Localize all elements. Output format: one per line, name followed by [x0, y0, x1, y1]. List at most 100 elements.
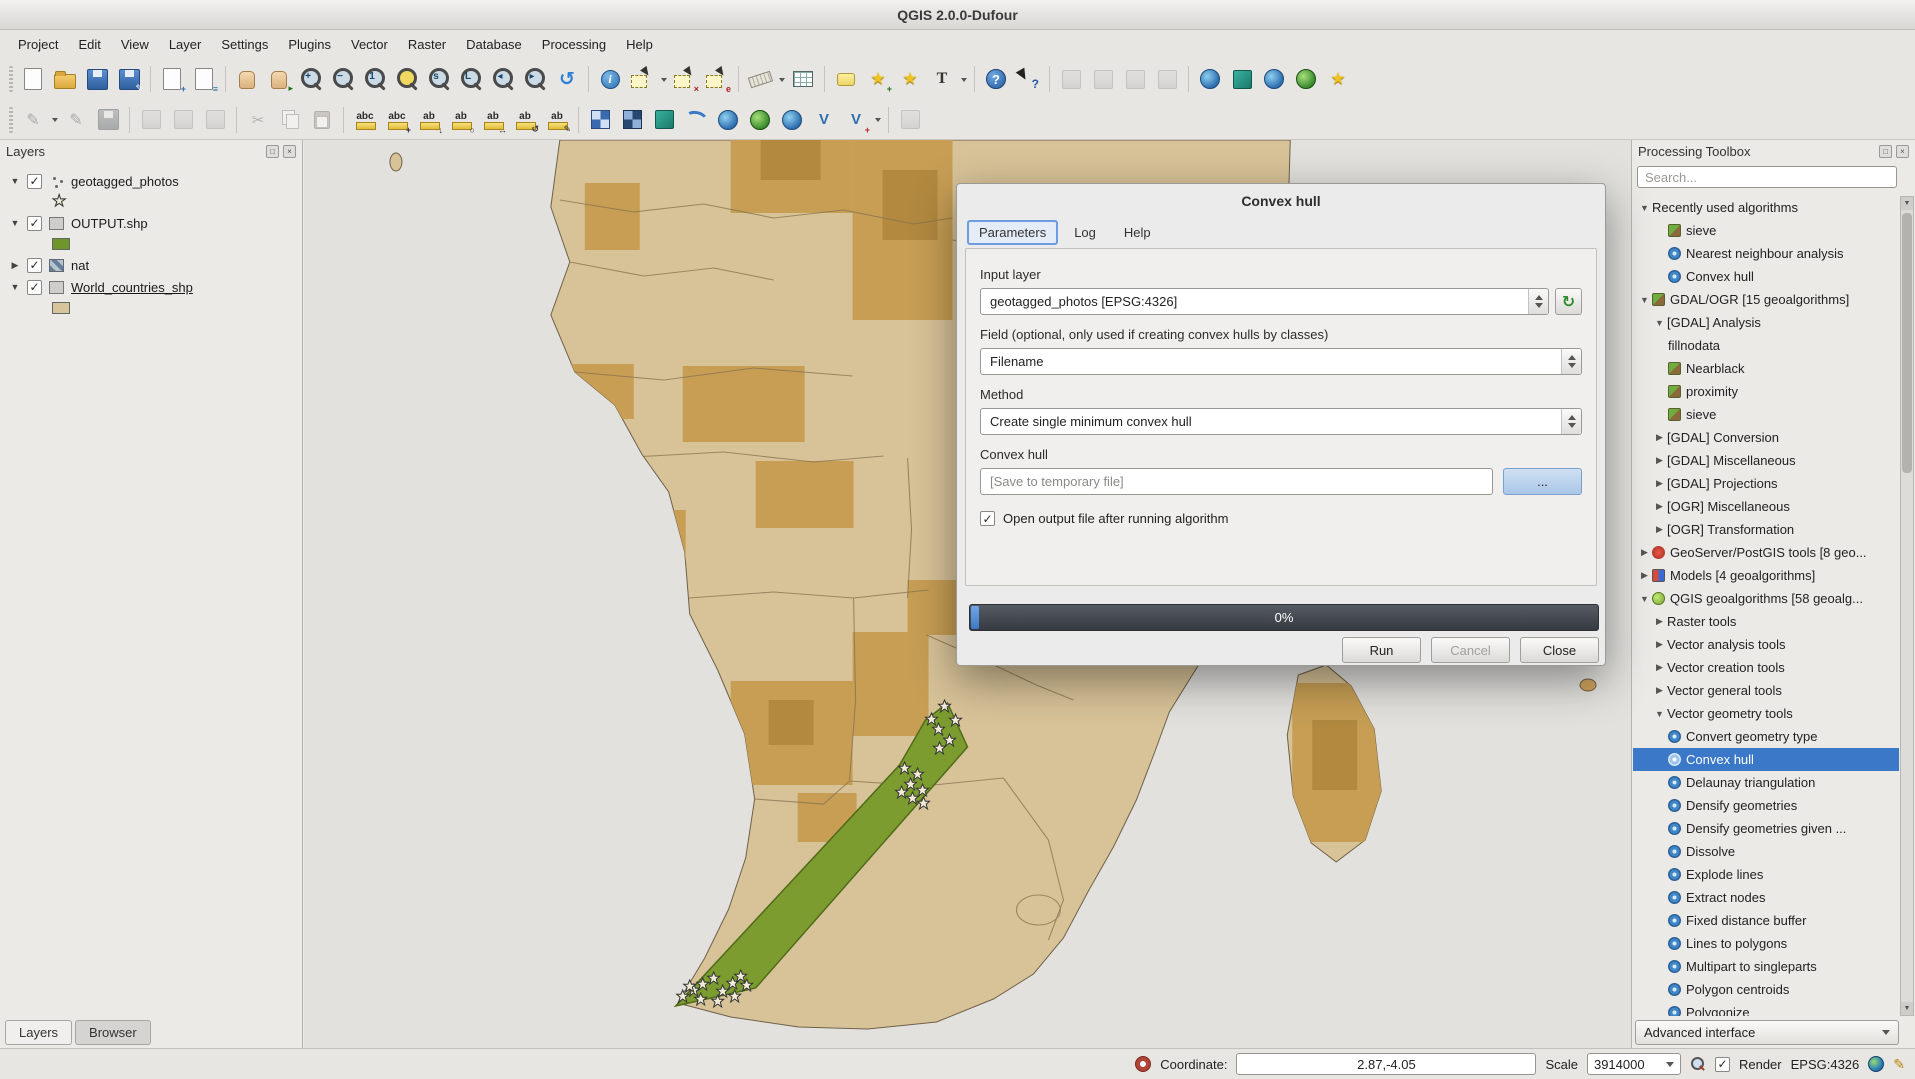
expander-icon[interactable]: ▶	[1638, 570, 1651, 581]
panel-float-icon[interactable]: □	[266, 145, 279, 158]
label-properties-button[interactable]: ab✎	[542, 105, 572, 135]
toolbox-item-sieve[interactable]: sieve	[1633, 219, 1899, 242]
toolbox-item-vector-general-tools[interactable]: ▶Vector general tools	[1633, 679, 1899, 702]
toolbox-item-vector-analysis-tools[interactable]: ▶Vector analysis tools	[1633, 633, 1899, 656]
save-project-as-button[interactable]: ✎	[114, 64, 144, 94]
toolbox-item-nearest-neighbour-analysis[interactable]: Nearest neighbour analysis	[1633, 242, 1899, 265]
expander-icon[interactable]: ▶	[1653, 662, 1666, 673]
expander-icon[interactable]: ▶	[1653, 616, 1666, 627]
toolbox-item-sieve[interactable]: sieve	[1633, 403, 1899, 426]
text-annotation-button[interactable]: T	[927, 64, 957, 94]
menu-vector[interactable]: Vector	[341, 33, 398, 56]
zoom-out-button[interactable]: −	[328, 64, 358, 94]
identify-features-button[interactable]: i	[595, 64, 625, 94]
topology-checker-button[interactable]: V	[809, 105, 839, 135]
plugin-favorites-button[interactable]: ★	[1323, 64, 1353, 94]
scroll-down-icon[interactable]: ▼	[1901, 1002, 1913, 1015]
menu-plugins[interactable]: Plugins	[278, 33, 341, 56]
expander-icon[interactable]: ▶	[1653, 524, 1666, 535]
text-annotation-dropdown[interactable]	[959, 65, 968, 93]
toolbox-item-densify-geometries-given[interactable]: Densify geometries given ...	[1633, 817, 1899, 840]
menu-raster[interactable]: Raster	[398, 33, 456, 56]
output-file-input[interactable]	[980, 468, 1493, 495]
copy-features-button[interactable]	[275, 105, 305, 135]
toolbox-item-fillnodata[interactable]: fillnodata	[1633, 334, 1899, 357]
dialog-tab-help[interactable]: Help	[1112, 220, 1163, 245]
label-show-hide-button[interactable]: ab○	[446, 105, 476, 135]
toolbox-item-polygon-centroids[interactable]: Polygon centroids	[1633, 978, 1899, 1001]
coordinate-input[interactable]	[1236, 1053, 1536, 1075]
expander-icon[interactable]: ▶	[1653, 685, 1666, 696]
expander-icon[interactable]: ▶	[1653, 639, 1666, 650]
select-features-dropdown[interactable]	[659, 65, 668, 93]
toolbox-item-gdal-miscellaneous[interactable]: ▶[GDAL] Miscellaneous	[1633, 449, 1899, 472]
toolbox-item-models-4-geoalgorithms[interactable]: ▶Models [4 geoalgorithms]	[1633, 564, 1899, 587]
open-project-button[interactable]	[50, 64, 80, 94]
layer-visibility-checkbox[interactable]: ✓	[27, 174, 42, 189]
toolbox-item-qgis-geoalgorithms-58-geoalg[interactable]: ▼QGIS geoalgorithms [58 geoalg...	[1633, 587, 1899, 610]
spatial-query-button[interactable]	[617, 105, 647, 135]
layer-visibility-checkbox[interactable]: ✓	[27, 258, 42, 273]
labeling-options-button[interactable]: abc+	[382, 105, 412, 135]
new-project-button[interactable]	[18, 64, 48, 94]
menu-project[interactable]: Project	[8, 33, 68, 56]
expander-icon[interactable]: ▼	[1638, 295, 1651, 305]
toolbox-item-multipart-to-singleparts[interactable]: Multipart to singleparts	[1633, 955, 1899, 978]
toolbox-item-dissolve[interactable]: Dissolve	[1633, 840, 1899, 863]
toolbox-item-extract-nodes[interactable]: Extract nodes	[1633, 886, 1899, 909]
zoom-in-button[interactable]: +	[296, 64, 326, 94]
crs-globe-icon[interactable]	[1868, 1056, 1884, 1072]
edit-log-icon[interactable]: ✎	[1893, 1056, 1905, 1073]
new-bookmark-button[interactable]: ★+	[863, 64, 893, 94]
advanced-digitize-4-button[interactable]	[1152, 64, 1182, 94]
toolbox-item-nearblack[interactable]: Nearblack	[1633, 357, 1899, 380]
toolbox-item-convex-hull[interactable]: Convex hull	[1633, 265, 1899, 288]
whats-this-button[interactable]: ?	[1013, 64, 1043, 94]
node-tool-button[interactable]	[200, 105, 230, 135]
scale-select[interactable]: 3914000	[1587, 1053, 1681, 1075]
select-features-button[interactable]	[627, 64, 657, 94]
refresh-map-button[interactable]: ↺	[552, 64, 582, 94]
titlebar[interactable]: QGIS 2.0.0-Dufour	[0, 0, 1915, 30]
expander-icon[interactable]: ▶	[1638, 547, 1651, 558]
db-manager-button[interactable]	[895, 105, 925, 135]
zoom-last-button[interactable]: ◂	[488, 64, 518, 94]
toolbox-item-vector-geometry-tools[interactable]: ▼Vector geometry tools	[1633, 702, 1899, 725]
crs-status[interactable]: EPSG:4326	[1791, 1057, 1860, 1072]
toolbox-item-vector-creation-tools[interactable]: ▶Vector creation tools	[1633, 656, 1899, 679]
toggle-editing-button[interactable]: ✎	[61, 105, 91, 135]
expander-icon[interactable]: ▼	[1638, 594, 1651, 604]
dialog-tab-parameters[interactable]: Parameters	[967, 220, 1058, 245]
menu-processing[interactable]: Processing	[532, 33, 616, 56]
toolbox-search-input[interactable]	[1637, 166, 1897, 188]
metasearch-button[interactable]	[1195, 64, 1225, 94]
cut-features-button[interactable]: ✂	[243, 105, 273, 135]
toolbox-item-geoserver-postgis-tools-8-geo[interactable]: ▶GeoServer/PostGIS tools [8 geo...	[1633, 541, 1899, 564]
current-edits-button[interactable]: ✎	[18, 105, 48, 135]
web-plugin-button[interactable]	[713, 105, 743, 135]
toolbox-item-convex-hull[interactable]: Convex hull	[1633, 748, 1899, 771]
field-select[interactable]: Filename	[980, 348, 1582, 375]
expander-icon[interactable]: ▶	[1653, 455, 1666, 466]
advanced-digitize-1-button[interactable]	[1056, 64, 1086, 94]
toolbox-item-polygonize[interactable]: Polygonize	[1633, 1001, 1899, 1016]
label-rotate-button[interactable]: ab↺	[510, 105, 540, 135]
layer-item-geotagged-photos[interactable]: ▼✓geotagged_photos	[0, 170, 302, 192]
toolbox-item-densify-geometries[interactable]: Densify geometries	[1633, 794, 1899, 817]
extent-icon[interactable]	[1135, 1056, 1151, 1072]
layer-visibility-checkbox[interactable]: ✓	[27, 280, 42, 295]
scrollbar-thumb[interactable]	[1902, 213, 1912, 473]
open-output-checkbox[interactable]: ✓	[980, 511, 995, 526]
menu-help[interactable]: Help	[616, 33, 663, 56]
expander-icon[interactable]: ▼	[1653, 709, 1666, 719]
interpolation-button[interactable]	[681, 105, 711, 135]
toolbox-item-gdal-projections[interactable]: ▶[GDAL] Projections	[1633, 472, 1899, 495]
toolbox-item-lines-to-polygons[interactable]: Lines to polygons	[1633, 932, 1899, 955]
render-checkbox[interactable]: ✓	[1715, 1057, 1730, 1072]
iterate-button[interactable]: ↻	[1555, 288, 1582, 315]
label-pin-button[interactable]: ab↓	[414, 105, 444, 135]
expander-icon[interactable]: ▶	[10, 260, 20, 271]
measure-line-dropdown[interactable]	[777, 65, 786, 93]
select-by-expression-button[interactable]: e	[702, 64, 732, 94]
scroll-up-icon[interactable]: ▼	[1901, 197, 1913, 210]
